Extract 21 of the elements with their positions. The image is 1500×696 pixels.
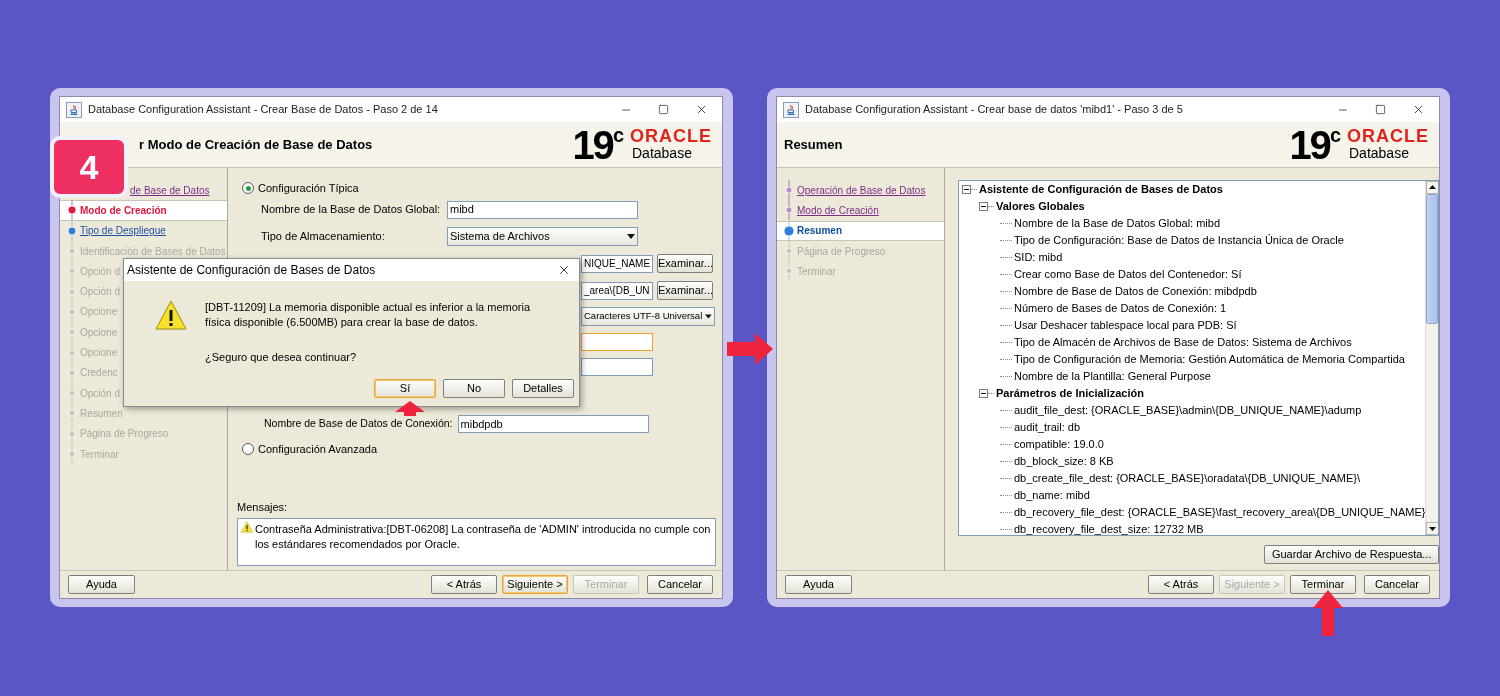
field-label: Tipo de Almacenamiento: [261,229,386,245]
version-number: 19 [1289,124,1330,165]
brand-logo: ORACLE [630,126,712,145]
message-text: Contraseña Administrativa:[DBT-06208] La contraseña de 'ADMIN' introducida no cumple con los estándares recomendados por Oracle. [255,522,712,552]
dialog-message: [DBT-11209] La memoria disponible actual es inferior a la memoria física disponible (6.500MB) para crear la base de datos. [205,300,532,330]
page-title: r Modo de Creación de Base de Datos [138,135,373,154]
dialog-title: Asistente de Configuración de Bases de Datos [127,262,376,279]
product-name: Database [1348,144,1409,163]
product-name: Database [631,144,692,163]
field-label: Nombre de la Base de Datos Global: [261,202,442,218]
messages-label: Mensajes: [237,499,289,515]
window-title: Database Configuration Assistant - Crear base de datos 'mibd1' - Paso 3 de 5 [805,102,1183,118]
window-title: Database Configuration Assistant - Crear Base de Datos - Paso 2 de 14 [88,102,438,118]
radio-label: Configuración Típica [258,180,359,196]
dialog-question: ¿Seguro que desea continuar? [205,350,358,365]
step-badge: 4 [50,136,128,198]
field-label: Nombre de Base de Datos de Conexión: [264,416,454,432]
brand-logo: ORACLE [1347,126,1429,145]
version-number: 19 [572,124,613,165]
page-title: Resumen [783,135,843,154]
radio-label: Configuración Avanzada [258,441,378,457]
